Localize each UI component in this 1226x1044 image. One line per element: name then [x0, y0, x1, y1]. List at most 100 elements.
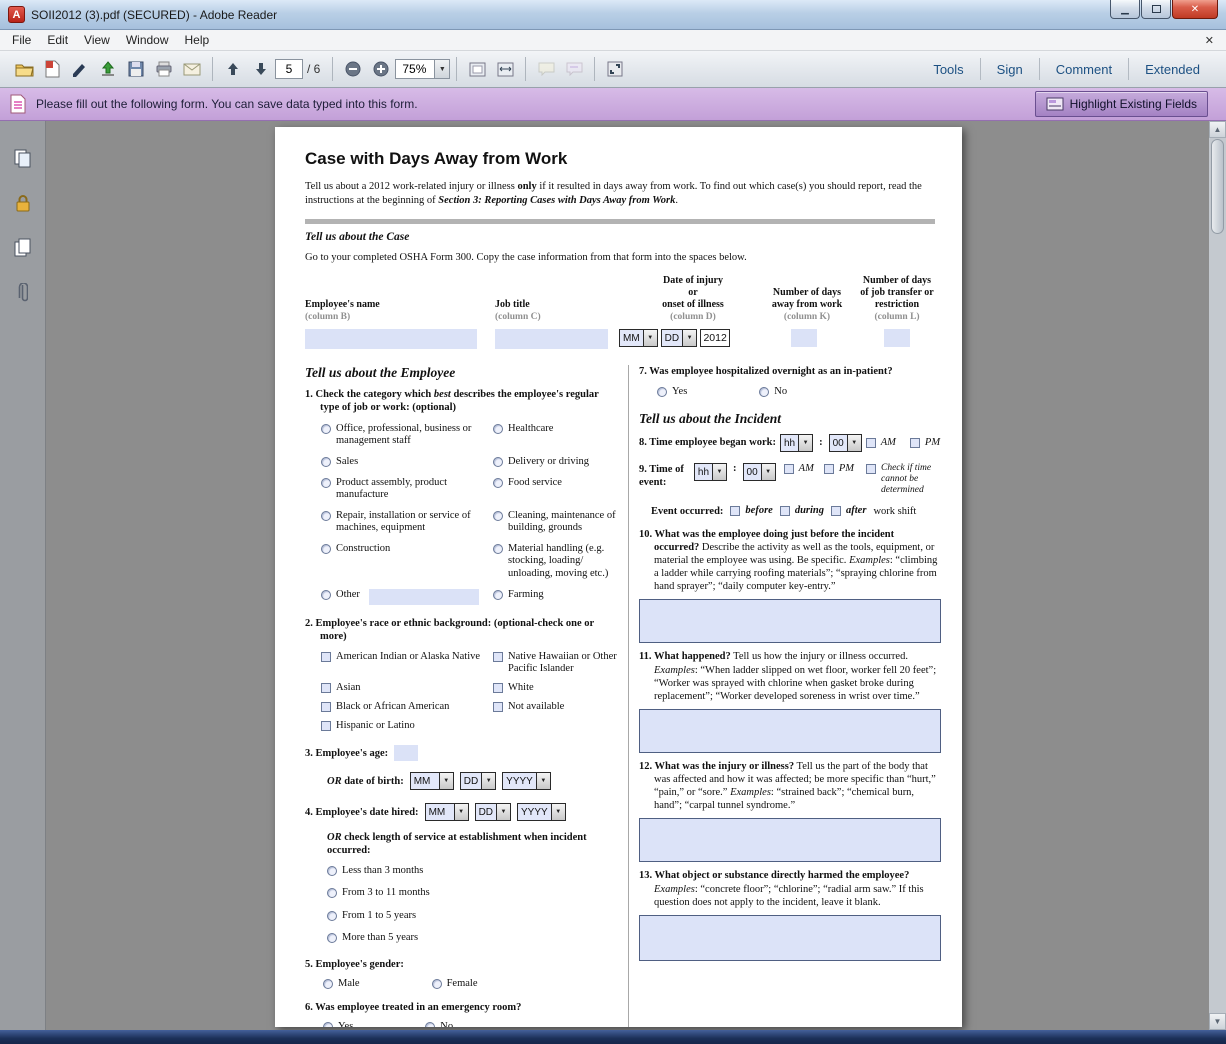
menu-file[interactable]: File: [4, 31, 39, 49]
dropdown-arrow-icon[interactable]: ▼: [682, 330, 696, 346]
q1-option-construction[interactable]: Construction: [321, 543, 493, 579]
print-button[interactable]: [151, 56, 177, 82]
fullscreen-button[interactable]: [602, 56, 628, 82]
sticky-note-button[interactable]: [533, 56, 559, 82]
minimize-button[interactable]: ▁: [1110, 0, 1140, 19]
q1-option-food-service[interactable]: Food service: [493, 477, 620, 501]
began-hour-select[interactable]: hh▼: [780, 434, 813, 452]
tools-panel-button[interactable]: Tools: [917, 56, 979, 83]
began-am-checkbox[interactable]: AM: [866, 437, 896, 449]
close-document-icon[interactable]: ✕: [1205, 34, 1214, 47]
dropdown-arrow-icon[interactable]: ▼: [551, 804, 565, 820]
q1-option-healthcare[interactable]: Healthcare: [493, 423, 620, 447]
q1-option-other[interactable]: Other: [321, 589, 493, 605]
next-page-button[interactable]: [248, 56, 274, 82]
q2-option-asian[interactable]: Asian: [321, 682, 493, 694]
days-transfer-field[interactable]: [884, 329, 910, 347]
began-pm-checkbox[interactable]: PM: [910, 437, 940, 449]
page-display-button[interactable]: [464, 56, 490, 82]
menu-help[interactable]: Help: [177, 31, 218, 49]
dob-day-select[interactable]: DD▼: [460, 772, 496, 790]
zoom-out-button[interactable]: [340, 56, 366, 82]
open-file-button[interactable]: [11, 56, 37, 82]
event-after-checkbox[interactable]: after: [831, 505, 866, 517]
save-button[interactable]: [123, 56, 149, 82]
dropdown-arrow-icon[interactable]: ▼: [712, 464, 726, 480]
event-before-checkbox[interactable]: before: [730, 505, 772, 517]
q7-option-no[interactable]: No: [759, 386, 787, 398]
service-option-more-5-years[interactable]: More than 5 years: [327, 932, 620, 944]
q1-option-cleaning[interactable]: Cleaning, maintenance of building, groun…: [493, 510, 620, 534]
job-title-field[interactable]: [495, 329, 608, 349]
gender-option-female[interactable]: Female: [432, 978, 478, 990]
fit-width-button[interactable]: [492, 56, 518, 82]
event-hour-select[interactable]: hh▼: [694, 463, 727, 481]
dropdown-arrow-icon[interactable]: ▼: [481, 773, 495, 789]
scroll-down-icon[interactable]: ▼: [1209, 1013, 1226, 1030]
dropdown-arrow-icon[interactable]: ▼: [643, 330, 657, 346]
event-minute-select[interactable]: 00▼: [743, 463, 776, 481]
q2-option-white[interactable]: White: [493, 682, 620, 694]
q1-option-material-handling[interactable]: Material handling (e.g. stocking, loadin…: [493, 543, 620, 579]
dropdown-arrow-icon[interactable]: ▼: [496, 804, 510, 820]
gender-option-male[interactable]: Male: [323, 978, 360, 990]
other-text-field[interactable]: [369, 589, 479, 605]
event-pm-checkbox[interactable]: PM: [824, 463, 854, 475]
scrollbar-thumb[interactable]: [1211, 139, 1224, 234]
q7-option-yes[interactable]: Yes: [657, 386, 687, 398]
sign-panel-button[interactable]: Sign: [981, 56, 1039, 83]
extended-panel-button[interactable]: Extended: [1129, 56, 1216, 83]
q2-option-native-hawaiian[interactable]: Native Hawaiian or Other Pacific Islande…: [493, 651, 620, 675]
scroll-up-icon[interactable]: ▲: [1209, 121, 1226, 138]
time-undetermined-checkbox[interactable]: Check if time cannot be determined: [866, 463, 941, 496]
pages-panel-icon[interactable]: [14, 238, 31, 257]
hired-month-select[interactable]: MM▼: [425, 803, 469, 821]
menu-window[interactable]: Window: [118, 31, 177, 49]
page-number-input[interactable]: [275, 59, 303, 79]
employee-name-field[interactable]: [305, 329, 477, 349]
service-option-1-5-years[interactable]: From 1 to 5 years: [327, 910, 620, 922]
zoom-dropdown-icon[interactable]: ▼: [434, 60, 449, 78]
injury-month-select[interactable]: MM▼: [619, 329, 658, 347]
page-thumbnails-icon[interactable]: [14, 149, 31, 168]
employee-age-field[interactable]: [394, 745, 418, 761]
q6-option-yes[interactable]: Yes: [323, 1021, 353, 1027]
q2-option-american-indian[interactable]: American Indian or Alaska Native: [321, 651, 493, 675]
highlight-fields-button[interactable]: Highlight Existing Fields: [1035, 91, 1208, 117]
close-button[interactable]: ✕: [1172, 0, 1218, 19]
dropdown-arrow-icon[interactable]: ▼: [536, 773, 550, 789]
email-button[interactable]: [179, 56, 205, 82]
dropdown-arrow-icon[interactable]: ▼: [454, 804, 468, 820]
q1-option-delivery[interactable]: Delivery or driving: [493, 456, 620, 468]
dob-month-select[interactable]: MM▼: [410, 772, 454, 790]
began-minute-select[interactable]: 00▼: [829, 434, 862, 452]
create-pdf-button[interactable]: [39, 56, 65, 82]
q13-answer-field[interactable]: [639, 915, 941, 961]
menu-view[interactable]: View: [76, 31, 118, 49]
q11-answer-field[interactable]: [639, 709, 941, 753]
sign-button-icon[interactable]: [67, 56, 93, 82]
q2-option-black[interactable]: Black or African American: [321, 701, 493, 713]
injury-day-select[interactable]: DD▼: [661, 329, 697, 347]
maximize-button[interactable]: [1141, 0, 1171, 19]
dropdown-arrow-icon[interactable]: ▼: [798, 435, 812, 451]
service-option-less-3-months[interactable]: Less than 3 months: [327, 865, 620, 877]
event-am-checkbox[interactable]: AM: [784, 463, 814, 475]
attachments-clip-icon[interactable]: [17, 283, 28, 304]
dob-year-select[interactable]: YYYY▼: [502, 772, 551, 790]
dropdown-arrow-icon[interactable]: ▼: [847, 435, 861, 451]
q12-answer-field[interactable]: [639, 818, 941, 862]
security-lock-icon[interactable]: [15, 194, 31, 212]
dropdown-arrow-icon[interactable]: ▼: [761, 464, 775, 480]
event-during-checkbox[interactable]: during: [780, 505, 824, 517]
hired-year-select[interactable]: YYYY▼: [517, 803, 566, 821]
q1-option-sales[interactable]: Sales: [321, 456, 493, 468]
zoom-level-select[interactable]: 75% ▼: [395, 59, 450, 79]
highlight-text-button[interactable]: [561, 56, 587, 82]
comment-panel-button[interactable]: Comment: [1040, 56, 1128, 83]
q2-option-not-available[interactable]: Not available: [493, 701, 620, 713]
q1-option-repair[interactable]: Repair, installation or service of machi…: [321, 510, 493, 534]
previous-page-button[interactable]: [220, 56, 246, 82]
q1-option-office[interactable]: Office, professional, business or manage…: [321, 423, 493, 447]
zoom-in-button[interactable]: [368, 56, 394, 82]
